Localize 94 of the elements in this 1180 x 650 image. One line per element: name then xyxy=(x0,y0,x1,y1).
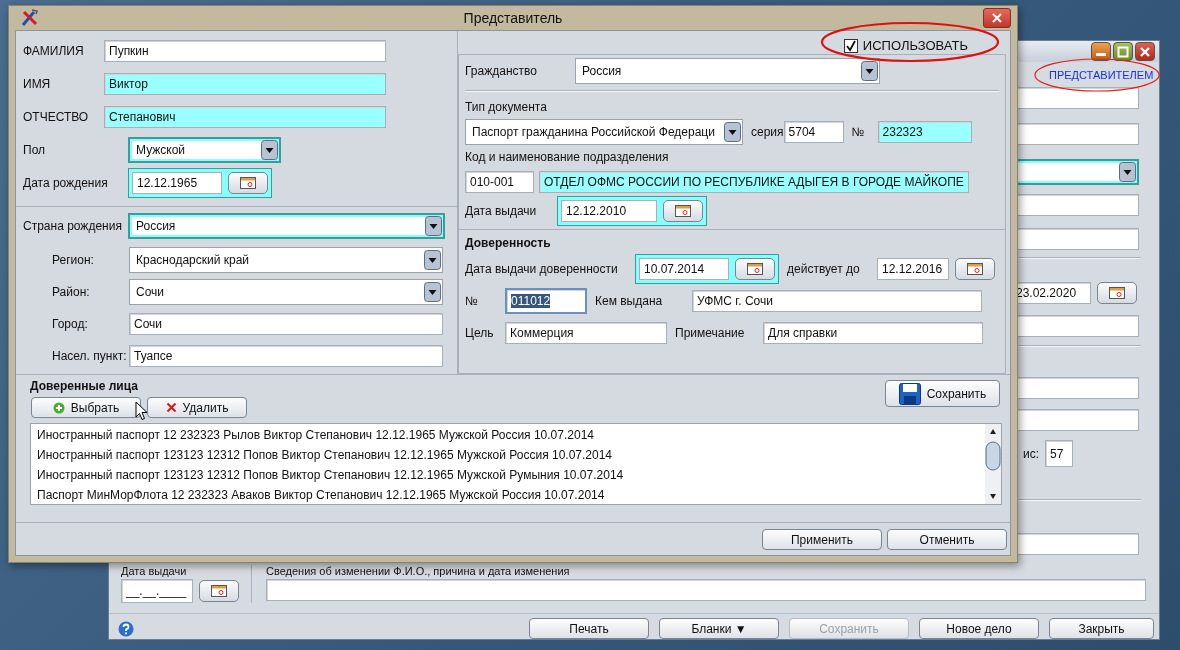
field-label: Дата выдачи доверенности xyxy=(465,262,619,276)
date-picker[interactable]: 12.12.1965 xyxy=(128,168,272,198)
maximize-icon xyxy=(1117,45,1129,58)
field-label: Код и наименование подразделения xyxy=(465,150,670,166)
delete-icon xyxy=(165,402,177,413)
calendar-button[interactable] xyxy=(955,258,995,280)
calendar-button[interactable] xyxy=(1097,282,1137,304)
calendar-button[interactable] xyxy=(735,258,775,280)
field-label: Район: xyxy=(52,284,91,299)
window-title: Представитель xyxy=(462,10,564,26)
field-label: действует до xyxy=(787,262,861,276)
section-title: Доверенность xyxy=(465,236,552,250)
calendar-button[interactable] xyxy=(663,200,703,222)
text-field[interactable]: __.__.____ xyxy=(121,579,193,603)
text-field[interactable]: 232323 xyxy=(877,121,972,143)
tools-icon xyxy=(20,8,40,28)
calendar-icon xyxy=(967,263,983,275)
list-item[interactable]: Паспорт МинМорФлота 12 232323 Аваков Виктор Степанович 12.12.1965 Мужской Россия 10.07.2014 xyxy=(37,485,979,505)
text-field[interactable]: Сочи xyxy=(129,312,443,335)
calendar-icon xyxy=(675,205,691,217)
toolbar-button[interactable]: Выбрать xyxy=(31,397,141,418)
field-label: Гражданство xyxy=(465,64,538,78)
help-icon[interactable] xyxy=(118,620,134,637)
field-label: № xyxy=(851,125,866,139)
text-field[interactable] xyxy=(266,579,1146,601)
field-label: ис: xyxy=(1023,446,1040,461)
toolbar-button[interactable]: Новое дело xyxy=(919,618,1039,639)
calendar-icon xyxy=(747,263,763,275)
field-label: Цель xyxy=(465,326,495,340)
field-label: Сведения об изменении Ф.И.О., причина и дата изменения xyxy=(266,565,571,577)
date-picker[interactable]: 10.07.2014 xyxy=(635,254,779,284)
text-field[interactable]: Пупкин xyxy=(104,40,386,62)
calendar-button[interactable] xyxy=(199,580,239,602)
close-icon xyxy=(1139,45,1151,58)
dropdown[interactable]: Россия xyxy=(575,58,880,84)
field-label: Насел. пункт: xyxy=(52,348,128,363)
scrollbar[interactable] xyxy=(985,424,1001,504)
checkbox-icon xyxy=(843,38,858,53)
calendar-icon xyxy=(1109,287,1125,299)
text-field[interactable]: ОТДЕЛ ОФМС РОССИИ ПО РЕСПУБЛИКЕ АДЫГЕЯ В ГОРОДЕ МАЙКОПЕ xyxy=(539,171,969,193)
field-label: Регион: xyxy=(52,252,95,267)
dropdown[interactable]: Паспорт гражданина Российской Федераци xyxy=(465,119,743,145)
calendar-icon xyxy=(211,585,227,597)
date-picker[interactable]: 12.12.2016 xyxy=(873,254,999,284)
dropdown[interactable]: Мужской xyxy=(128,137,281,163)
dropdown[interactable]: Краснодарский край xyxy=(129,246,443,273)
minimize-button[interactable] xyxy=(1091,42,1111,61)
text-field[interactable]: 5704 xyxy=(783,121,844,143)
text-field[interactable]: Коммерция xyxy=(505,322,667,344)
toolbar-button[interactable]: Печать xyxy=(529,618,649,639)
text-field[interactable]: 57 xyxy=(1045,440,1074,467)
save-button[interactable]: Сохранить xyxy=(885,380,1000,407)
dropdown[interactable]: Россия xyxy=(128,213,445,239)
dialog-button[interactable]: Отменить xyxy=(887,529,1007,550)
date-picker[interactable]: 12.12.2010 xyxy=(557,196,707,226)
field-label: Дата выдачи xyxy=(121,565,188,577)
close-button[interactable] xyxy=(983,8,1011,28)
text-field[interactable]: 010-001 xyxy=(465,171,534,193)
dropdown[interactable]: Сочи xyxy=(129,278,443,305)
toolbar-button[interactable]: Бланки ▼ xyxy=(659,618,779,639)
field-label: ИМЯ xyxy=(23,77,52,91)
field-label: Страна рождения xyxy=(23,219,123,233)
close-icon xyxy=(991,12,1003,24)
close-button[interactable] xyxy=(1135,42,1155,61)
minimize-icon xyxy=(1096,53,1106,56)
text-field[interactable]: 011012 xyxy=(505,288,587,314)
dialog-button[interactable]: Применить xyxy=(762,529,882,550)
field-label: серия xyxy=(751,125,784,139)
field-label: Город: xyxy=(52,316,89,331)
plus-icon xyxy=(52,401,65,414)
text-field[interactable]: УФМС г. Сочи xyxy=(692,290,982,312)
field-label: Пол xyxy=(23,143,47,157)
calendar-icon xyxy=(240,177,256,189)
list-item[interactable]: Иностранный паспорт 123123 12312 Попов Виктор Степанович 12.12.1965 Мужской Россия 10.07.2014 xyxy=(37,445,979,465)
section-title: Доверенные лица xyxy=(30,379,139,393)
text-field[interactable]: Для справки xyxy=(763,322,983,344)
maximize-button[interactable] xyxy=(1113,42,1133,61)
toolbar-button[interactable]: Закрыть xyxy=(1049,618,1154,639)
text-field[interactable]: Степанович xyxy=(104,106,386,128)
field-label: Тип документа xyxy=(465,100,548,116)
list-item[interactable]: Иностранный паспорт 123123 12312 Попов Виктор Степанович 12.12.1965 Мужской Румыния 10.07.2014 xyxy=(37,465,979,485)
field-label: ОТЧЕСТВО xyxy=(23,110,90,124)
field-label: Дата рождения xyxy=(23,176,109,190)
field-label: Примечание xyxy=(675,326,746,340)
cursor-icon xyxy=(135,401,149,421)
list-item[interactable]: Иностранный паспорт 12 232323 Рылов Виктор Степанович 12.12.1965 Мужской Россия 10.07.2014 xyxy=(37,425,979,445)
field-label: Дата выдачи xyxy=(465,204,538,218)
field-label: № xyxy=(465,294,479,308)
text-field[interactable]: Виктор xyxy=(104,73,386,95)
field-label: Кем выдана xyxy=(595,294,664,308)
calendar-button[interactable] xyxy=(228,172,268,194)
toolbar-button[interactable]: Удалить xyxy=(147,397,247,418)
text-field[interactable]: Туапсе xyxy=(129,344,443,367)
field-label: ФАМИЛИЯ xyxy=(23,44,85,58)
